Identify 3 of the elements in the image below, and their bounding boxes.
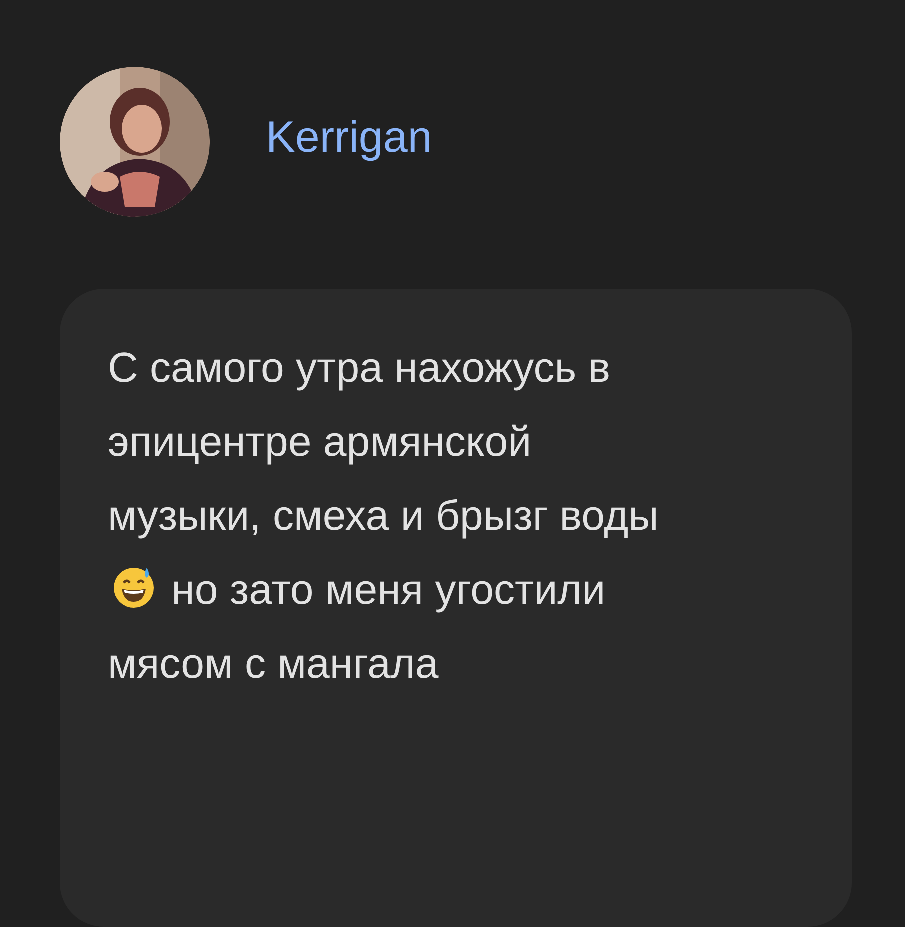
grinning-sweat-face-icon: [112, 566, 156, 610]
message-text: С самого утра нахожусь в эпицентре армянской музыки, смеха и брызг воды но зато меня угостили мясом с мангала: [108, 343, 660, 689]
author-name: Kerrigan: [266, 112, 432, 164]
